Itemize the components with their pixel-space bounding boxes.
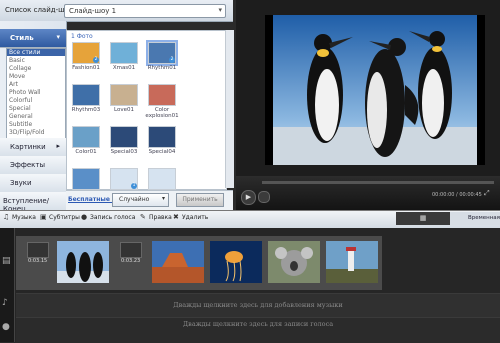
stop-button[interactable] [258, 191, 270, 203]
nav-intro-button[interactable]: Вступление/Конец [0, 192, 66, 213]
gallery-thumb-caption: Xmas01 [112, 65, 136, 71]
transition-thumb[interactable] [27, 242, 49, 258]
chevron-down-icon: ▾ [161, 195, 165, 202]
style-list-item[interactable]: Special [7, 105, 65, 112]
style-list-item[interactable]: Art [7, 81, 65, 88]
timeline-rail: ▤ ♪ ● [0, 228, 15, 342]
nav-sounds-button[interactable]: Звуки [0, 174, 66, 193]
film-icon: ▤ [2, 256, 11, 266]
style-list-item[interactable]: General [7, 113, 65, 120]
nav-effects-label: Эффекты [10, 161, 45, 169]
delete-button[interactable]: Удалить [182, 214, 208, 221]
style-toolbar: Список слайд-шоу: Слайд-шоу 1 ▾ [0, 0, 233, 22]
slide-image [268, 241, 320, 283]
thumb-badge: 2 [93, 57, 99, 63]
left-nav: Стиль ▾ Все стили Basic Collage Move Art Phot… [0, 21, 67, 213]
slide-image [152, 241, 204, 283]
gallery-thumb-caption: Color01 [75, 149, 97, 155]
gallery-page-label: 1 Фото [71, 33, 93, 40]
gallery-thumb-caption: Color explosion01 [145, 107, 179, 119]
style-list-item[interactable]: Basic [7, 57, 65, 64]
nav-effects-button[interactable]: Эффекты [0, 156, 66, 175]
random-select-value: Случайно [119, 196, 150, 203]
gallery-thumb[interactable] [148, 168, 176, 190]
chevron-right-icon: ▸ [56, 142, 60, 150]
slide-image [57, 241, 109, 283]
style-list-item[interactable]: Collage [7, 65, 65, 72]
music-icon: ♫ [3, 213, 10, 221]
microphone-icon: ● [81, 213, 88, 221]
chevron-down-icon: ▾ [56, 33, 60, 41]
clip-time: 0:03.23 [121, 258, 141, 264]
gallery-thumb[interactable] [148, 126, 176, 148]
gallery-thumb[interactable] [72, 84, 100, 106]
subtitles-button[interactable]: Субтитры [49, 214, 80, 221]
random-select[interactable]: Случайно ▾ [112, 193, 169, 207]
slideshow-select-value: Слайд-шоу 1 [69, 7, 117, 15]
style-list[interactable]: Все стили Basic Collage Move Art Photo Wall Co… [6, 48, 66, 140]
fullscreen-icon[interactable]: ⤢ [484, 189, 494, 199]
penguins-image [273, 15, 477, 165]
style-list-item[interactable]: Move [7, 73, 65, 80]
style-list-item[interactable]: 3D/Flip/Fold [7, 129, 65, 136]
thumb-badge: 1 [131, 183, 137, 189]
microphone-icon: ● [2, 322, 10, 332]
style-list-item[interactable]: Photo Wall [7, 89, 65, 96]
style-list-item[interactable]: Subtitle [7, 121, 65, 128]
slide-jellyfish[interactable] [210, 241, 262, 283]
time-readout: 00:00:00 / 00:00:45 [432, 192, 482, 198]
style-list-item[interactable]: Colorful [7, 97, 65, 104]
gallery-thumb-caption: Love01 [114, 107, 134, 113]
gallery-thumb-caption: Rhythm01 [147, 65, 177, 71]
gallery-thumb[interactable] [110, 42, 138, 64]
gallery-thumb-caption: Rhythm03 [71, 107, 101, 113]
slide-image [210, 241, 262, 283]
style-list-item[interactable]: Все стили [7, 49, 65, 56]
transition-thumb[interactable] [120, 242, 142, 258]
slide-lighthouse[interactable] [326, 241, 378, 283]
timeline-view-button[interactable]: Временная шкала [450, 212, 500, 234]
gallery-thumb-caption: Special04 [148, 149, 176, 155]
edit-icon: ✎ [140, 213, 146, 221]
slide-image [326, 241, 378, 283]
nav-sounds-label: Звуки [10, 179, 32, 187]
voice-track-hint: Дважды щелкните здесь для записи голоса [182, 320, 334, 328]
gallery-thumb[interactable] [110, 126, 138, 148]
play-button[interactable]: ▶ [241, 190, 256, 205]
music-note-icon: ♪ [2, 298, 8, 308]
clip-time: 0:03.15 [28, 258, 48, 264]
preview-screen [265, 15, 485, 165]
voice-record-button[interactable]: Запись голоса [90, 214, 135, 221]
chevron-down-icon: ▾ [218, 6, 222, 14]
thumb-badge: 2 [169, 57, 175, 63]
gallery-thumb[interactable] [110, 84, 138, 106]
nav-pictures-label: Картинки [10, 143, 46, 151]
slideshow-select[interactable]: Слайд-шоу 1 ▾ [64, 4, 226, 18]
storyboard-view-button[interactable]: ▦ [396, 212, 450, 225]
delete-icon: ✖ [173, 213, 179, 221]
nav-style-button[interactable]: Стиль ▾ [0, 29, 66, 48]
slide-penguins[interactable] [57, 241, 109, 283]
apply-button[interactable]: Применить [176, 193, 224, 207]
gallery-scrollbar[interactable] [225, 30, 234, 188]
gallery-thumb-caption: Special03 [110, 149, 138, 155]
seek-bar[interactable] [262, 181, 494, 184]
nav-pictures-button[interactable]: Картинки ▸ [0, 138, 66, 157]
slide-desert[interactable] [152, 241, 204, 283]
music-track-hint: Дважды щелкните здесь для добавления муз… [173, 301, 343, 309]
music-button[interactable]: Музыка [12, 214, 36, 221]
gallery-thumb[interactable] [148, 84, 176, 106]
gallery-thumb[interactable] [72, 126, 100, 148]
slide-koala[interactable] [268, 241, 320, 283]
nav-style-label: Стиль [10, 34, 34, 42]
gallery-thumb[interactable] [72, 168, 100, 190]
gallery-thumb-caption: Fashion01 [72, 65, 100, 71]
edit-button[interactable]: Правка [149, 214, 172, 221]
subtitles-icon: ▣ [40, 213, 47, 221]
